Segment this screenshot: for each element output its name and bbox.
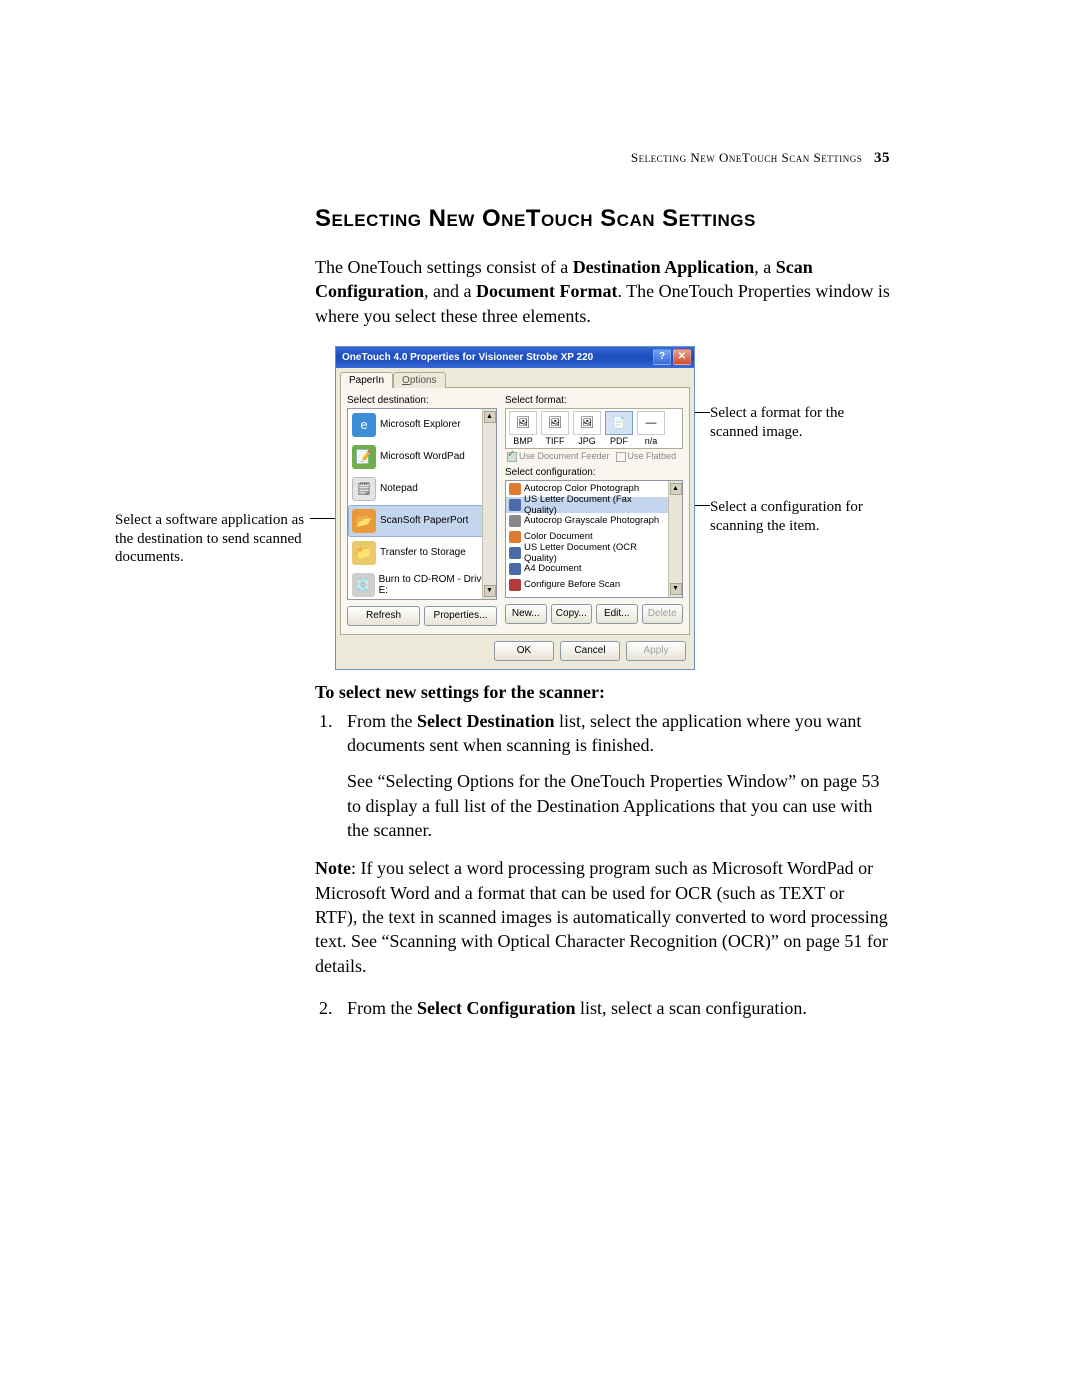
format-jpg[interactable]: 🖼JPG [572,411,602,446]
tab-paperin[interactable]: PaperIn [340,372,393,388]
list-item: 📝Microsoft WordPad [348,441,496,473]
scrollbar[interactable]: ▲▼ [482,409,496,599]
tab-options[interactable]: Options [393,372,445,388]
wordpad-icon: 📝 [352,445,376,469]
configuration-list[interactable]: Autocrop Color Photograph🔒 US Letter Doc… [505,480,683,598]
color-swatch-icon [509,531,521,543]
paperport-icon: 📂 [352,509,376,533]
format-selector: 🖼BMP 🖼TIFF 🖼JPG 📄PDF —n/a [505,408,683,449]
pdf-icon: 📄 [605,411,633,435]
edit-button[interactable]: Edit... [596,604,638,624]
checkbox-flatbed[interactable] [616,452,626,462]
color-swatch-icon [509,579,521,591]
copy-button[interactable]: Copy... [551,604,593,624]
label-select-destination: Select destination: [347,395,497,406]
list-item: 📁Transfer to Storage [348,537,496,569]
scroll-down-icon[interactable]: ▼ [484,585,496,597]
list-item: US Letter Document (Fax Quality)🔒 [506,497,682,513]
cancel-button[interactable]: Cancel [560,641,620,661]
bmp-icon: 🖼 [509,411,537,435]
destination-list[interactable]: eMicrosoft Explorer 📝Microsoft WordPad 🗒… [347,408,497,600]
list-item: 🗒Notepad [348,473,496,505]
color-swatch-icon [509,563,521,575]
scroll-up-icon[interactable]: ▲ [484,411,496,423]
help-button[interactable]: ? [653,349,671,365]
instructions-list-continued: From the Select Configuration list, sele… [315,996,890,1020]
instructions-heading: To select new settings for the scanner: [315,682,890,703]
color-swatch-icon [509,499,521,511]
tabs: PaperIn Options [336,368,694,387]
jpg-icon: 🖼 [573,411,601,435]
running-header-text: Selecting New OneTouch Scan Settings [631,150,862,165]
label-select-config: Select configuration: [505,467,683,478]
list-item: US Letter Document (OCR Quality)🔒 [506,545,682,561]
window-titlebar: OneTouch 4.0 Properties for Visioneer St… [336,347,694,368]
format-na[interactable]: —n/a [636,411,666,446]
color-swatch-icon [509,483,521,495]
color-swatch-icon [509,515,521,527]
step-1-detail: See “Selecting Options for the OneTouch … [347,769,890,842]
step-1: From the Select Destination list, select… [337,709,890,842]
section-title: Selecting New OneTouch Scan Settings [315,205,890,233]
window-title: OneTouch 4.0 Properties for Visioneer St… [342,352,593,363]
callout-configuration: Select a configuration for scanning the … [710,498,880,536]
format-tiff[interactable]: 🖼TIFF [540,411,570,446]
list-item: Configure Before Scan🔒 [506,577,682,593]
na-icon: — [637,411,665,435]
refresh-button[interactable]: Refresh [347,606,420,626]
color-swatch-icon [509,547,521,559]
running-header: Selecting New OneTouch Scan Settings 35 [631,150,890,167]
scroll-up-icon[interactable]: ▲ [670,483,682,495]
scroll-down-icon[interactable]: ▼ [670,583,682,595]
ie-icon: e [352,413,376,437]
step-2: From the Select Configuration list, sele… [337,996,890,1020]
page-number: 35 [874,150,890,166]
scrollbar[interactable]: ▲▼ [668,481,682,597]
list-item: 📂ScanSoft PaperPort [348,505,496,537]
format-bmp[interactable]: 🖼BMP [508,411,538,446]
format-pdf[interactable]: 📄PDF [604,411,634,446]
instructions-list: From the Select Destination list, select… [315,709,890,842]
storage-icon: 📁 [352,541,376,565]
ok-button[interactable]: OK [494,641,554,661]
tiff-icon: 🖼 [541,411,569,435]
checkbox-feeder[interactable] [507,452,517,462]
intro-paragraph: The OneTouch settings consist of a Desti… [315,255,890,328]
onetouch-properties-window: OneTouch 4.0 Properties for Visioneer St… [335,346,695,670]
note-paragraph: Note: If you select a word processing pr… [315,856,890,977]
notepad-icon: 🗒 [352,477,376,501]
callout-destination: Select a software application as the des… [115,511,310,567]
list-item: 💿Burn to CD-ROM - Drive E: [348,569,496,600]
new-button[interactable]: New... [505,604,547,624]
callout-format: Select a format for the scanned image. [710,404,880,442]
delete-button[interactable]: Delete [642,604,684,624]
figure-onetouch-properties: Select a software application as the des… [315,346,890,656]
list-item: eMicrosoft Explorer [348,409,496,441]
label-select-format: Select format: [505,395,683,406]
properties-button[interactable]: Properties... [424,606,497,626]
apply-button[interactable]: Apply [626,641,686,661]
close-button[interactable]: ✕ [673,349,691,365]
cd-icon: 💿 [352,573,375,597]
list-item: Autocrop Grayscale Photograph🔒 [506,513,682,529]
feeder-options: Use Document Feeder Use Flatbed [505,449,683,464]
